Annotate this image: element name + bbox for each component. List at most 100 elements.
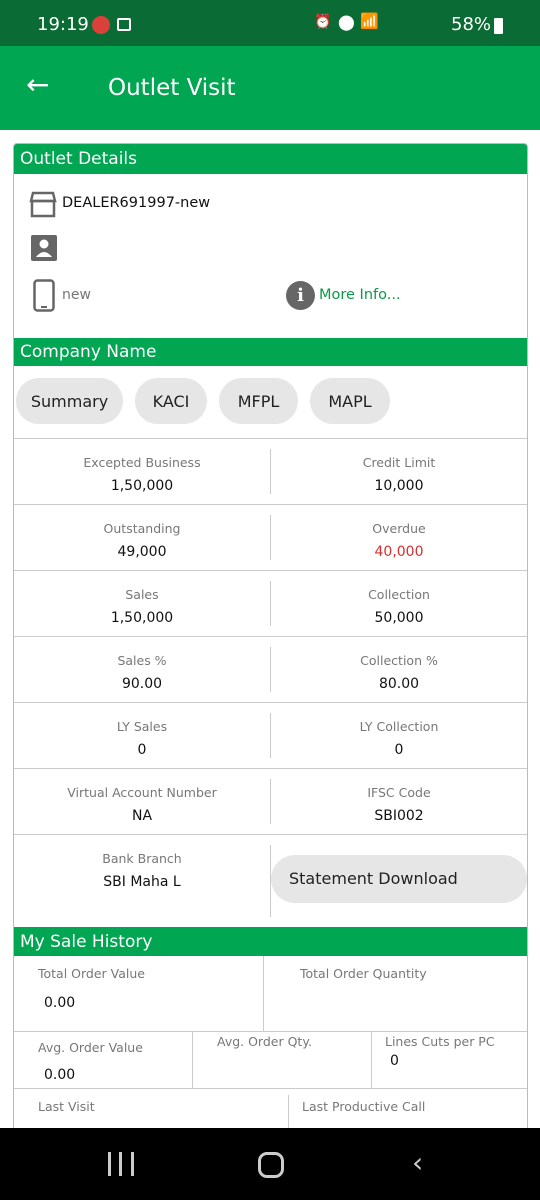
sale-row-3: Last Visit Last Productive Call [14,1088,527,1128]
summary-value: 80.00 [378,676,420,692]
outlet-name: DEALER691997-new [62,195,211,211]
last-productive-call-cell: Last Productive Call [288,1095,527,1128]
lines-cuts-cell: Lines Cuts per PC 0 [372,1032,527,1088]
company-tabs: Summary KACI MFPL MAPL [16,378,402,424]
summary-cell: Outstanding 49,000 [14,505,270,570]
summary-value: 50,000 [374,610,424,626]
summary-cell: LY Collection 0 [271,703,527,768]
info-icon[interactable]: i [286,281,315,310]
lines-cuts-value: 0 [390,1053,399,1069]
statement-cell: Statement Download [271,835,527,927]
alarm-icon: ⏰ [314,14,332,30]
bank-branch-value: SBI Maha L [103,874,181,890]
app-notification-icon [92,16,110,34]
last-productive-call-label: Last Productive Call [302,1099,426,1114]
status-time: 19:19 [37,14,89,35]
summary-cell: Collection 50,000 [271,571,527,636]
summary-row: Outstanding 49,000 Overdue 40,000 [14,504,527,570]
summary-value: 90.00 [121,676,163,692]
summary-label: Collection [368,587,430,602]
summary-cell: LY Sales 0 [14,703,270,768]
status-bar: 19:19 ⏰ ⬤ 📶 58% [0,0,540,46]
summary-value: 0 [394,742,404,758]
bank-row: Bank Branch SBI Maha L Statement Downloa… [14,834,527,927]
gallery-icon [117,18,131,31]
summary-row: Excepted Business 1,50,000 Credit Limit 10,… [14,438,527,504]
home-icon[interactable] [258,1152,284,1178]
summary-cell: Sales % 90.00 [14,637,270,702]
more-info-link[interactable]: More Info... [319,287,401,303]
outlet-details-header: Outlet Details [14,144,527,174]
summary-cell: Virtual Account Number NA [14,769,270,834]
sale-row-2: Avg. Order Value 0.00 Avg. Order Qty. Li… [14,1031,527,1088]
avg-order-qty-label: Avg. Order Qty. [217,1034,312,1049]
summary-value: 1,50,000 [110,610,174,626]
summary-label: Collection % [360,653,438,668]
bank-branch-cell: Bank Branch SBI Maha L [14,835,270,927]
phone-icon [33,279,55,312]
avg-order-qty-cell: Avg. Order Qty. [193,1032,372,1088]
summary-value: 40,000 [374,544,424,560]
sale-history-header: My Sale History [14,927,527,956]
total-order-quantity-label: Total Order Quantity [300,966,427,981]
company-name-header: Company Name [14,338,527,366]
summary-value: SBI002 [374,808,424,824]
contact-person-icon [31,235,57,261]
summary-cell: Excepted Business 1,50,000 [14,439,270,504]
summary-label: IFSC Code [367,785,431,800]
total-order-value-cell: Total Order Value 0.00 [14,956,264,1031]
recent-apps-icon[interactable] [108,1152,134,1176]
summary-value: 10,000 [374,478,424,494]
summary-value: 49,000 [117,544,167,560]
sale-row-1: Total Order Value 0.00 Total Order Quant… [14,956,527,1031]
bank-branch-label: Bank Branch [102,851,182,866]
back-arrow-icon[interactable]: ← [26,70,49,100]
avg-order-value-cell: Avg. Order Value 0.00 [14,1032,193,1088]
summary-row: Sales % 90.00 Collection % 80.00 [14,636,527,702]
battery-icon [494,18,503,34]
last-visit-cell: Last Visit [14,1089,288,1128]
summary-label: Sales [125,587,159,602]
summary-value: NA [131,808,153,824]
back-icon[interactable]: ‹ [412,1146,423,1179]
summary-label: Overdue [372,521,426,536]
summary-label: Outstanding [103,521,181,536]
summary-cell: Credit Limit 10,000 [271,439,527,504]
summary-label: LY Sales [116,719,168,734]
app-bar: ← Outlet Visit [0,46,540,130]
summary-row: Sales 1,50,000 Collection 50,000 [14,570,527,636]
statement-download-button[interactable]: Statement Download [271,855,527,903]
summary-label: Excepted Business [83,455,201,470]
summary-label: Virtual Account Number [67,785,217,800]
signal-icon: 📶 [360,12,380,30]
tab-mfpl[interactable]: MFPL [219,378,298,424]
total-order-value-label: Total Order Value [38,966,145,981]
summary-value: 0 [137,742,147,758]
summary-label: Sales % [117,653,167,668]
last-visit-label: Last Visit [38,1099,95,1114]
tab-mapl[interactable]: MAPL [310,378,390,424]
total-order-quantity-cell: Total Order Quantity [264,956,527,1031]
tab-summary[interactable]: Summary [16,378,123,424]
lines-cuts-label: Lines Cuts per PC [385,1034,495,1049]
avg-order-value: 0.00 [44,1067,76,1083]
summary-value: 1,50,000 [110,478,174,494]
battery-percent: 58% [451,14,492,35]
phone-number: new [62,287,91,303]
summary-row: Virtual Account Number NA IFSC Code SBI002 [14,768,527,834]
avg-order-value-label: Avg. Order Value [38,1040,143,1055]
summary-cell: Sales 1,50,000 [14,571,270,636]
location-icon: ⬤ [338,13,355,31]
summary-row: LY Sales 0 LY Collection 0 [14,702,527,768]
system-nav-bar: ‹ [0,1128,540,1200]
summary-label: Credit Limit [362,455,436,470]
store-icon [29,191,57,218]
summary-cell: IFSC Code SBI002 [271,769,527,834]
tab-kaci[interactable]: KACI [135,378,207,424]
summary-label: LY Collection [359,719,439,734]
summary-cell: Collection % 80.00 [271,637,527,702]
page-title: Outlet Visit [108,75,236,101]
total-order-value: 0.00 [44,995,76,1011]
outlet-card: Outlet Details DEALER691997-new new i Mo… [13,143,528,1128]
summary-cell: Overdue 40,000 [271,505,527,570]
